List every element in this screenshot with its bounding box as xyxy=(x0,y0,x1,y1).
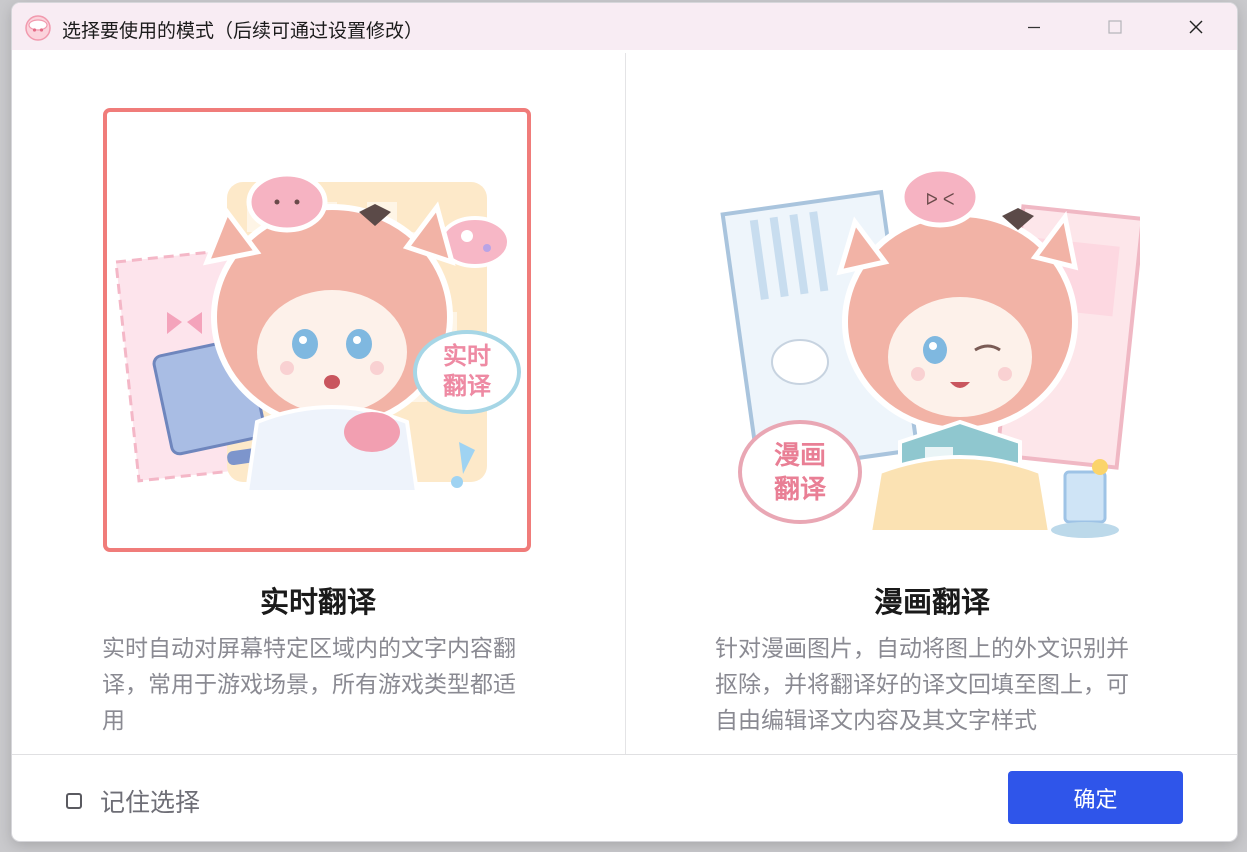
mode-card-manga[interactable]: ᐅ ᐸ 漫画 翻译 漫画翻译 针对漫画图片，自动将图上的外文识别并抠除，并将翻译… xyxy=(626,53,1237,754)
close-button[interactable] xyxy=(1156,3,1236,50)
manga-badge-line2: 翻译 xyxy=(774,475,827,505)
manga-mode-description: 针对漫画图片，自动将图上的外文识别并抠除，并将翻译好的译文回填至图上，可自由编辑… xyxy=(715,636,1129,734)
svg-text:ᐅ ᐸ: ᐅ ᐸ xyxy=(925,190,954,209)
mode-select-dialog: 选择要使用的模式（后续可通过设置修改） 实时 翻译 实时翻译 实时自动对屏幕特定… xyxy=(12,3,1237,841)
maximize-button[interactable] xyxy=(1075,3,1155,50)
title-bar[interactable]: 选择要使用的模式（后续可通过设置修改） xyxy=(12,3,1237,50)
remember-label[interactable]: 记住选择 xyxy=(100,783,200,819)
close-icon xyxy=(1189,20,1203,33)
manga-illustration: ᐅ ᐸ 漫画 翻译 xyxy=(720,166,1140,538)
mode-options: 实时 翻译 实时翻译 实时自动对屏幕特定区域内的文字内容翻译，常用于游戏场景，所… xyxy=(12,53,1237,754)
realtime-illustration-frame[interactable]: 实时 翻译 xyxy=(103,108,531,552)
realtime-badge-line1: 实时 xyxy=(443,342,491,370)
mode-card-realtime[interactable]: 实时 翻译 实时翻译 实时自动对屏幕特定区域内的文字内容翻译，常用于游戏场景，所… xyxy=(12,53,624,754)
minimize-button[interactable] xyxy=(994,3,1074,50)
realtime-illustration: 实时 翻译 xyxy=(114,171,521,494)
manga-badge-line1: 漫画 xyxy=(774,441,826,471)
remember-checkbox[interactable] xyxy=(66,793,82,809)
realtime-mode-description: 实时自动对屏幕特定区域内的文字内容翻译，常用于游戏场景，所有游戏类型都适用 xyxy=(102,636,516,734)
manga-mode-title: 漫画翻译 xyxy=(873,585,990,619)
app-logo-icon xyxy=(25,15,51,41)
window-title: 选择要使用的模式（后续可通过设置修改） xyxy=(62,20,424,42)
realtime-badge-line2: 翻译 xyxy=(443,372,492,400)
realtime-mode-title: 实时翻译 xyxy=(259,585,376,619)
confirm-button[interactable]: 确定 xyxy=(1008,771,1183,824)
footer-divider xyxy=(12,754,1237,755)
maximize-icon xyxy=(1108,19,1122,34)
manga-illustration-frame[interactable]: ᐅ ᐸ 漫画 翻译 xyxy=(716,108,1144,552)
minimize-icon xyxy=(1028,26,1040,28)
remember-choice[interactable]: 记住选择 xyxy=(66,783,200,819)
